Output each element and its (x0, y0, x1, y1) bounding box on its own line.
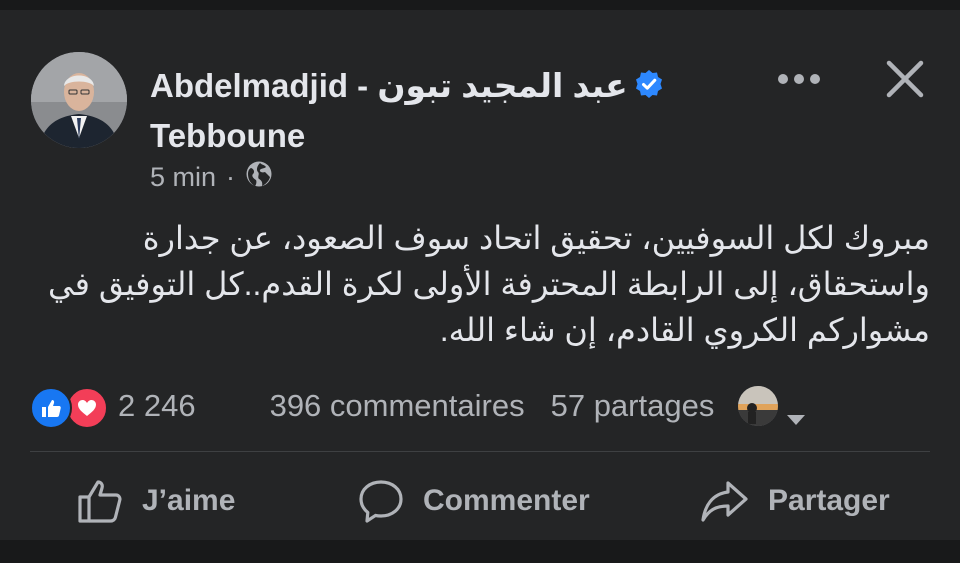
share-arrow-icon (701, 481, 748, 522)
love-reaction-icon (66, 387, 108, 429)
share-label: Partager (768, 484, 890, 517)
verified-badge-icon (634, 64, 664, 112)
like-label: J’aime (142, 484, 236, 517)
comments-count[interactable]: 396 commentaires (270, 388, 525, 424)
reaction-icons[interactable] (30, 385, 110, 429)
comment-label: Commenter (423, 484, 590, 517)
like-button[interactable]: J’aime (76, 476, 235, 526)
author-name[interactable]: Abdelmadjid - عبد المجيد تبون Tebboune (150, 62, 710, 160)
background-strip (0, 540, 960, 563)
meta-separator: · (226, 162, 236, 192)
divider (30, 451, 930, 452)
share-button[interactable]: Partager (700, 476, 890, 526)
post-stats: 2 246 396 commentaires 57 partages (30, 384, 930, 429)
caret-down-icon[interactable] (786, 399, 806, 425)
shares-count[interactable]: 57 partages (551, 388, 715, 424)
author-portrait-image (31, 52, 127, 148)
post-time[interactable]: 5 min (150, 162, 216, 193)
close-icon[interactable] (884, 58, 926, 100)
more-options-icon[interactable] (776, 68, 822, 90)
globe-icon (245, 160, 273, 195)
author-name-latin: Abdelmadjid - (150, 67, 378, 104)
author-avatar[interactable] (31, 52, 127, 148)
post-body-text: مبروك لكل السوفيين، تحقيق اتحاد سوف الصع… (47, 220, 930, 348)
like-reaction-icon (30, 387, 72, 429)
viewer-avatar[interactable] (738, 386, 779, 426)
post-meta: 5 min · (150, 160, 273, 195)
reactions-count[interactable]: 2 246 (118, 388, 196, 424)
comment-bubble-icon (359, 480, 403, 523)
author-name-arabic: عبد المجيد تبون (377, 67, 628, 104)
author-name-line2: Tebboune (150, 117, 306, 155)
thumbs-up-icon (78, 480, 122, 523)
comment-button[interactable]: Commenter (357, 476, 590, 526)
post-card: Abdelmadjid - عبد المجيد تبون Tebboune 5… (0, 10, 960, 540)
